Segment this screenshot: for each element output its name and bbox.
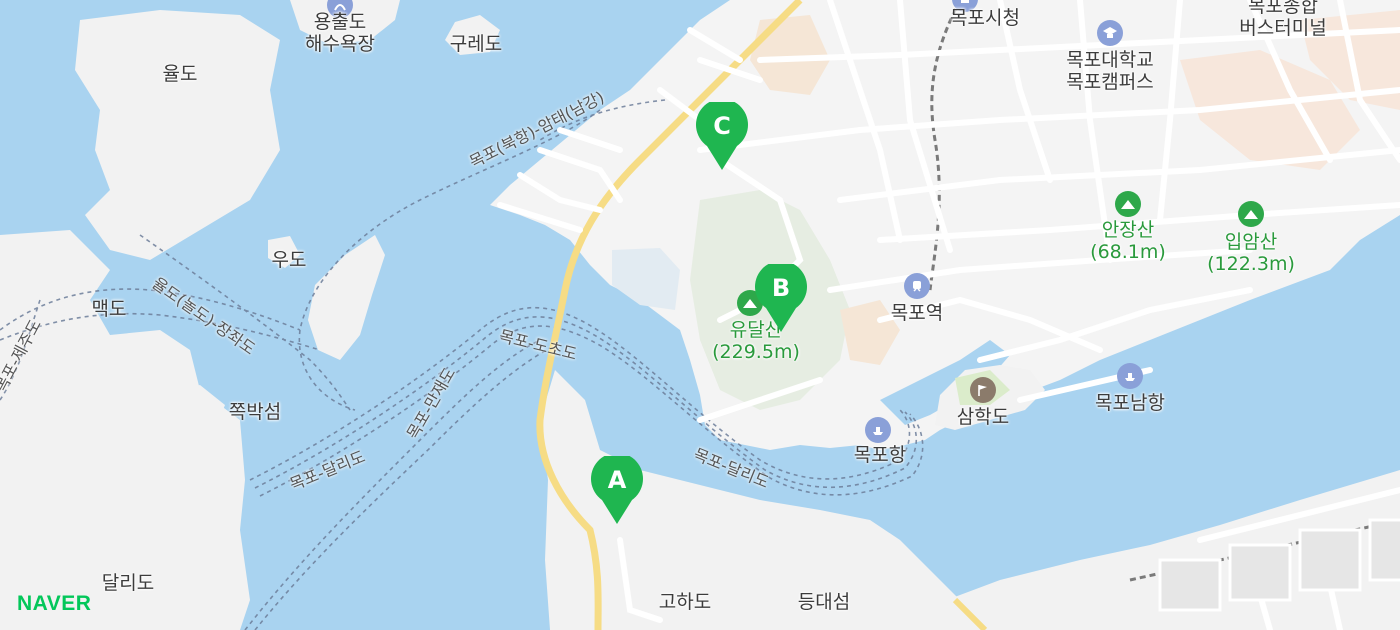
map-marker-a[interactable]: A — [590, 456, 644, 526]
marker-label: C — [713, 112, 731, 140]
place-mokpo-city-hall[interactable]: 목포시청 — [950, 7, 1020, 30]
place-gohado[interactable]: 고하도 — [659, 591, 711, 614]
place-mokpo-university[interactable]: 목포대학교 목포캠퍼스 — [1066, 49, 1153, 94]
mountain-icon — [1115, 191, 1141, 217]
place-anjangsan[interactable]: 안장산 (68.1m) — [1090, 219, 1166, 264]
map-canvas[interactable]: 용출도 해수욕장 구레도 율도 우도 맥도 쪽박섬 달리도 고하도 등대섬 목포시… — [0, 0, 1400, 630]
place-udo[interactable]: 우도 — [272, 249, 307, 272]
place-samhakdo[interactable]: 삼학도 — [957, 406, 1009, 429]
place-yongchuldo-beach[interactable]: 용출도 해수욕장 — [305, 11, 375, 56]
place-mokpo-south-port[interactable]: 목포남항 — [1095, 392, 1165, 415]
ferry-icon — [865, 417, 891, 443]
place-dallido[interactable]: 달리도 — [102, 572, 154, 595]
place-guredo[interactable]: 구레도 — [450, 33, 502, 56]
place-maekdo[interactable]: 맥도 — [92, 298, 127, 321]
map-marker-b[interactable]: B — [754, 264, 808, 334]
place-mokpo-bus-terminal[interactable]: 목포종합 버스터미널 — [1239, 0, 1326, 40]
map-marker-c[interactable]: C — [695, 102, 749, 172]
place-mokpo-port[interactable]: 목포항 — [854, 444, 906, 467]
ferry-icon — [1117, 363, 1143, 389]
train-station-icon — [904, 273, 930, 299]
naver-logo[interactable]: NAVER — [17, 592, 91, 616]
place-yuldo[interactable]: 율도 — [163, 63, 198, 86]
marker-label: B — [771, 274, 791, 302]
place-jjokbakseom[interactable]: 쪽박섬 — [229, 401, 281, 424]
place-mokpo-station[interactable]: 목포역 — [891, 302, 943, 325]
place-deungdaeseom[interactable]: 등대섬 — [798, 591, 850, 614]
place-ipamsan[interactable]: 입암산 (122.3m) — [1207, 231, 1295, 276]
mountain-icon — [1238, 201, 1264, 227]
marker-label: A — [607, 466, 627, 494]
university-icon — [1097, 20, 1123, 46]
flag-icon — [970, 377, 996, 403]
